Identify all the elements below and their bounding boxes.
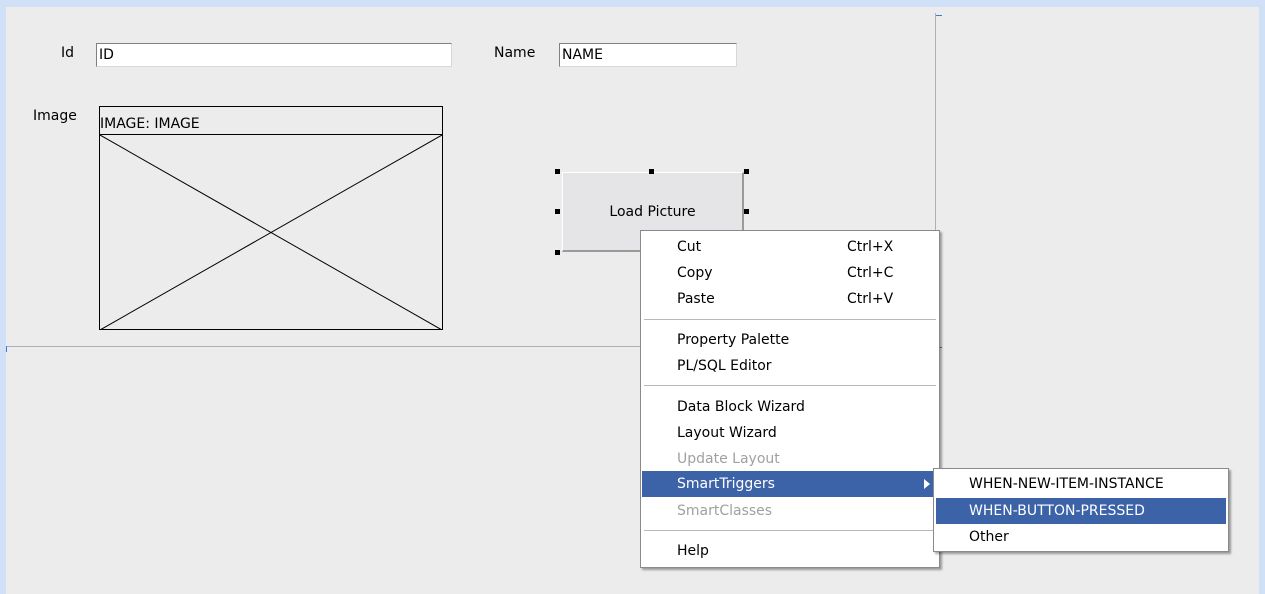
menu-item-label: Layout Wizard [677,425,777,441]
menu-item-shortcut: Ctrl+C [847,265,894,281]
menu-item-copy[interactable]: Copy Ctrl+C [642,260,938,286]
submenu-item-label: Other [969,529,1009,545]
menu-item-property-palette[interactable]: Property Palette [642,327,938,353]
name-field[interactable]: NAME [559,43,737,67]
image-item[interactable]: IMAGE: IMAGE [99,106,443,330]
menu-item-label: Cut [677,239,702,255]
selection-handle[interactable] [744,209,749,214]
selection-handle[interactable] [555,169,560,174]
id-field[interactable]: ID [96,43,452,67]
id-label: Id [61,45,75,61]
menu-item-update-layout: Update Layout [642,446,938,472]
submenu-item-label: WHEN-BUTTON-PRESSED [969,503,1145,519]
selection-handle[interactable] [555,209,560,214]
menu-item-label: Data Block Wizard [677,399,805,415]
menu-separator [644,385,936,386]
menu-item-plsql-editor[interactable]: PL/SQL Editor [642,353,938,379]
submenu-item-when-new-item-instance[interactable]: WHEN-NEW-ITEM-INSTANCE [936,471,1226,497]
window-frame-top [0,0,1265,7]
selection-handle[interactable] [555,250,560,255]
image-label: Image [33,108,77,124]
window-frame-right [1259,0,1265,594]
menu-separator [644,319,936,320]
canvas-edge-tick [6,346,7,352]
menu-item-cut[interactable]: Cut Ctrl+X [642,234,938,260]
menu-item-label: Help [677,543,709,559]
menu-item-smarttriggers[interactable]: SmartTriggers [642,471,938,497]
menu-item-help[interactable]: Help [642,538,938,564]
menu-item-label: Property Palette [677,332,790,348]
menu-item-shortcut: Ctrl+V [847,291,894,307]
image-caption: IMAGE: IMAGE [100,116,200,132]
menu-item-paste[interactable]: Paste Ctrl+V [642,286,938,312]
submenu-item-label: WHEN-NEW-ITEM-INSTANCE [969,476,1164,492]
context-menu: Cut Ctrl+X Copy Ctrl+C Paste Ctrl+V Prop… [640,230,940,568]
menu-separator [644,530,936,531]
name-label: Name [494,45,536,61]
submenu-item-when-button-pressed[interactable]: WHEN-BUTTON-PRESSED [936,498,1226,524]
menu-item-layout-wizard[interactable]: Layout Wizard [642,420,938,446]
submenu-arrow-icon [924,479,930,489]
menu-item-label: SmartClasses [677,503,773,519]
submenu-item-other[interactable]: Other [936,524,1226,550]
image-placeholder [100,134,442,330]
menu-item-label: Copy [677,265,713,281]
menu-item-label: Update Layout [677,451,780,467]
selection-handle[interactable] [649,169,654,174]
image-placeholder-cross-icon [100,135,442,330]
menu-item-shortcut: Ctrl+X [847,239,894,255]
smarttriggers-submenu: WHEN-NEW-ITEM-INSTANCE WHEN-BUTTON-PRESS… [933,468,1229,552]
menu-item-label: PL/SQL Editor [677,358,772,374]
menu-item-label: SmartTriggers [677,476,775,492]
menu-item-smartclasses: SmartClasses [642,498,938,524]
menu-item-label: Paste [677,291,715,307]
selection-handle[interactable] [744,169,749,174]
menu-item-data-block-wizard[interactable]: Data Block Wizard [642,394,938,420]
canvas-edge-tick [936,15,942,16]
